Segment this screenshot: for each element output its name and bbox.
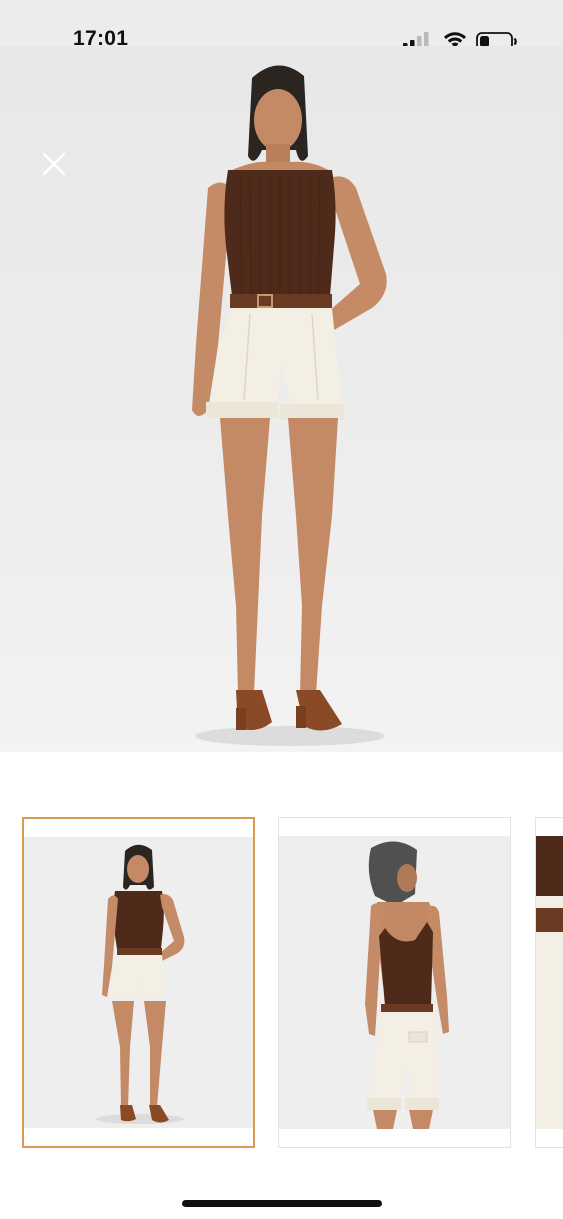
thumbnail-front-selected[interactable] xyxy=(22,817,255,1148)
thumbnail-back-view[interactable] xyxy=(278,817,511,1148)
product-hero-image[interactable] xyxy=(0,46,563,752)
thumbnail-photo xyxy=(279,836,510,1129)
thumbnail-photo xyxy=(536,836,563,1129)
model-front-view-illustration xyxy=(192,65,387,746)
thumbnail-strip[interactable] xyxy=(0,817,563,1152)
home-indicator[interactable] xyxy=(182,1200,382,1207)
thumbnail-photo xyxy=(24,837,253,1128)
status-bar: 17:01 xyxy=(0,0,563,51)
close-icon[interactable] xyxy=(40,150,68,178)
thumbnail-detail-view[interactable] xyxy=(535,817,563,1148)
